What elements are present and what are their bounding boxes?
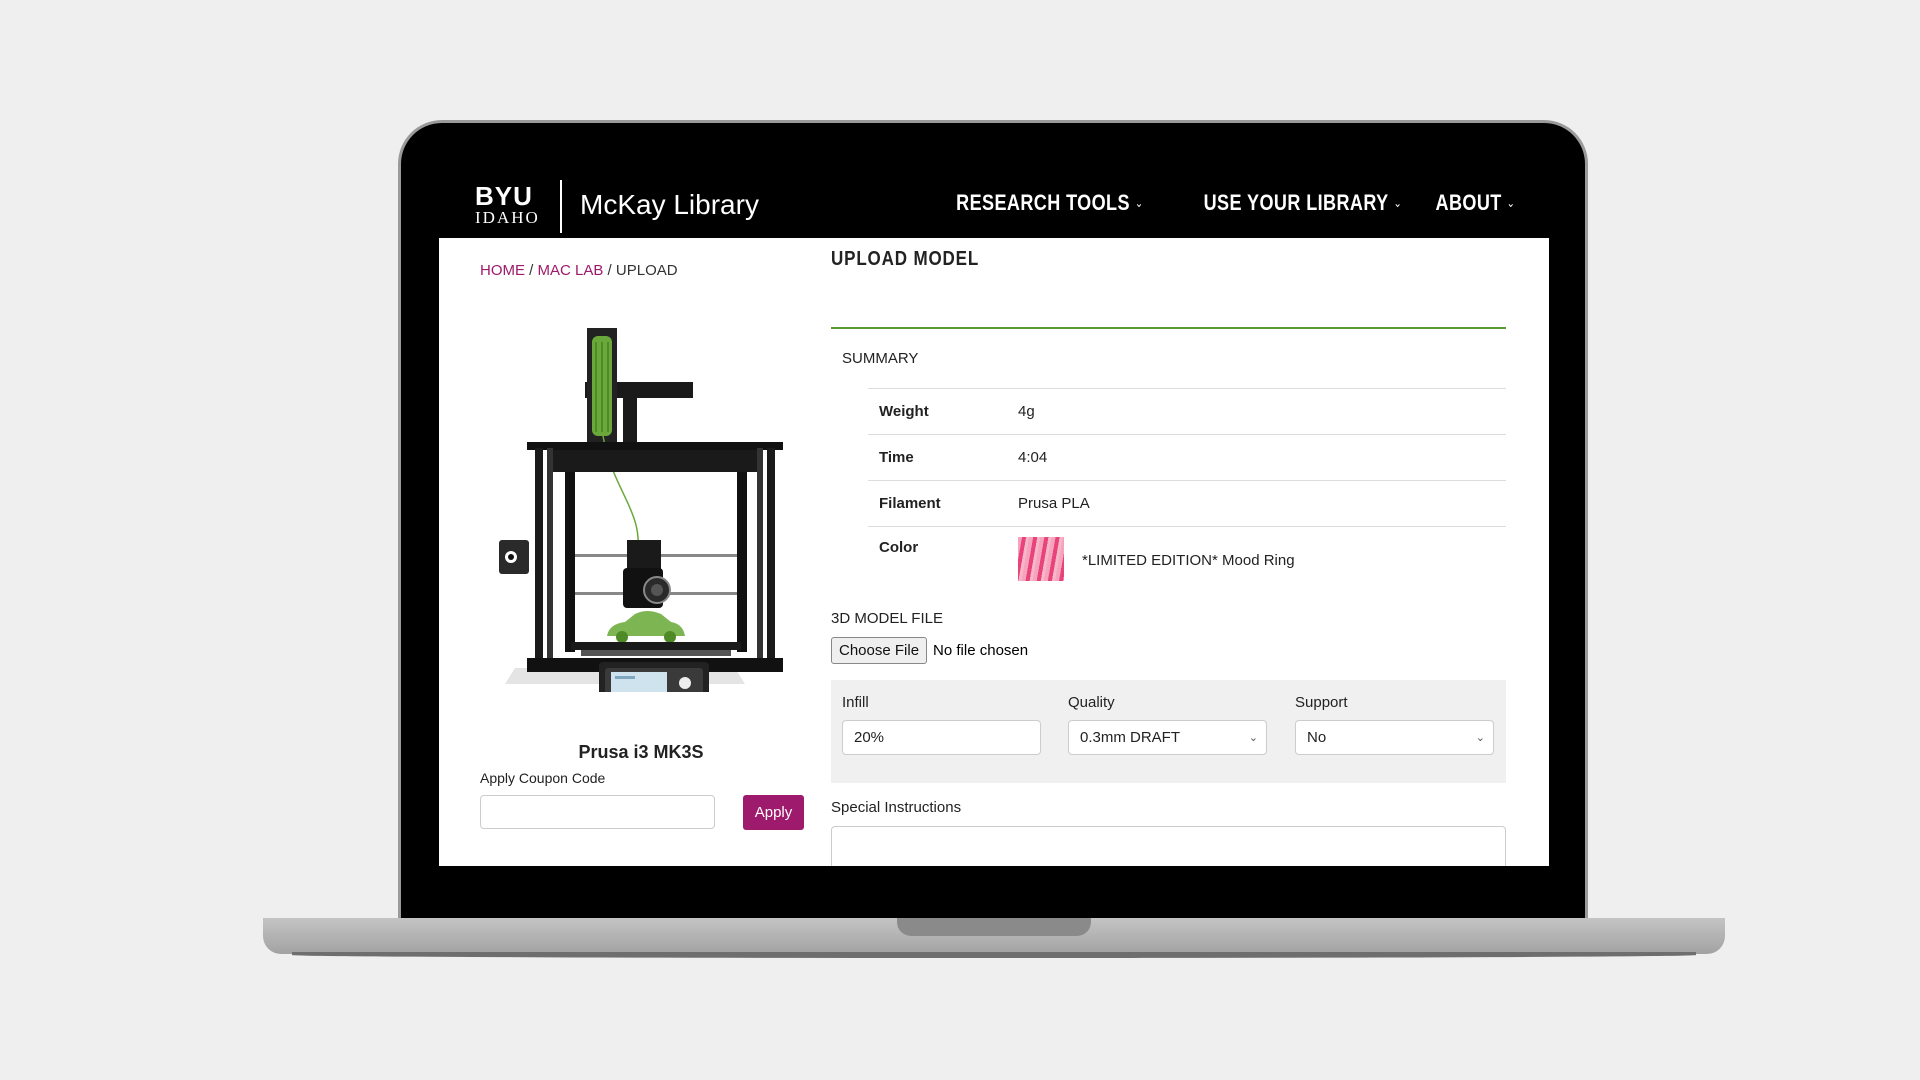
- summary-value: Prusa PLA: [1018, 495, 1090, 512]
- breadcrumb-current: UPLOAD: [615, 262, 678, 279]
- choose-file-button[interactable]: Choose File: [831, 637, 928, 664]
- nav-research-tools[interactable]: RESEARCH TOOLS ⌄: [956, 190, 1143, 216]
- summary-row-time: Time 4:04: [868, 434, 1506, 480]
- summary-key: Color: [879, 539, 919, 556]
- extruder-head: [627, 540, 661, 570]
- chevron-down-icon: ⌄: [1393, 196, 1402, 210]
- spool-post: [623, 396, 637, 446]
- frame-left-inner: [547, 448, 553, 666]
- printer-name: Prusa i3 MK3S: [578, 742, 704, 762]
- frame-right-outer: [767, 448, 775, 666]
- file-input: Choose File No file chosen: [831, 637, 1028, 664]
- support-select[interactable]: No ⌄: [1295, 720, 1494, 755]
- frame-right-inner: [757, 448, 763, 666]
- coupon-label: Apply Coupon Code: [480, 770, 606, 786]
- infill-input[interactable]: 20%: [842, 720, 1041, 755]
- color-name: *LIMITED EDITION* Mood Ring: [1082, 551, 1295, 569]
- support-value: No: [1307, 729, 1327, 746]
- printer-illustration: [499, 328, 783, 692]
- frame-top: [527, 442, 783, 450]
- summary-table: Weight 4g Time 4:04 Filament Prusa PLA C…: [868, 388, 1506, 594]
- summary-heading: SUMMARY: [842, 350, 919, 367]
- summary-row-color: Color *LIMITED EDITION* Mood Ring: [868, 526, 1506, 594]
- print-options-panel: Infill 20% Quality 0.3mm DRAFT ⌄ Support…: [831, 680, 1506, 783]
- quality-label: Quality: [1068, 694, 1115, 711]
- infill-option: Infill 20%: [842, 694, 1041, 755]
- breadcrumb-separator: /: [607, 262, 612, 279]
- nav-use-your-library-label: USE YOUR LIBRARY: [1203, 190, 1389, 215]
- summary-row-filament: Filament Prusa PLA: [868, 480, 1506, 526]
- upload-title: UPLOAD MODEL: [831, 248, 980, 270]
- special-instructions-label: Special Instructions: [831, 799, 962, 816]
- summary-key: Weight: [879, 403, 929, 420]
- logo-divider: [560, 180, 562, 233]
- color-value: *LIMITED EDITION* Mood Ring: [1018, 537, 1295, 581]
- quality-select[interactable]: 0.3mm DRAFT ⌄: [1068, 720, 1267, 755]
- site-header: BYU IDAHO McKay Library RESEARCH TOOLS ⌄…: [439, 172, 1549, 238]
- summary-row-weight: Weight 4g: [868, 388, 1506, 434]
- laptop-base-shadow: [292, 952, 1696, 958]
- chevron-down-icon: ⌄: [1475, 732, 1485, 744]
- summary-key: Filament: [879, 495, 941, 512]
- frame-upper-bar: [553, 450, 757, 472]
- infill-label: Infill: [842, 694, 869, 711]
- infill-value: 20%: [854, 729, 885, 746]
- model-file-label: 3D MODEL FILE: [831, 610, 943, 627]
- nav-use-your-library[interactable]: USE YOUR LIBRARY ⌄: [1203, 190, 1402, 216]
- laptop-notch: [897, 918, 1091, 936]
- nav-research-tools-label: RESEARCH TOOLS: [956, 190, 1130, 215]
- summary-key: Time: [879, 449, 914, 466]
- breadcrumb: HOME / MAC LAB / UPLOAD: [480, 262, 678, 279]
- summary-value: 4g: [1018, 403, 1035, 420]
- logo-idaho[interactable]: IDAHO: [475, 209, 540, 227]
- chevron-down-icon: ⌄: [1248, 732, 1258, 744]
- lcd-screen: [611, 672, 667, 692]
- breadcrumb-home[interactable]: HOME: [480, 262, 525, 279]
- logo-byu[interactable]: BYU: [475, 183, 533, 209]
- browser-screen: BYU IDAHO McKay Library RESEARCH TOOLS ⌄…: [439, 172, 1549, 866]
- breadcrumb-mac-lab[interactable]: MAC LAB: [538, 262, 604, 279]
- coupon-input[interactable]: [480, 795, 715, 829]
- chevron-down-icon: ⌄: [1134, 196, 1144, 210]
- special-instructions-textarea[interactable]: [831, 826, 1506, 866]
- site-title[interactable]: McKay Library: [580, 188, 759, 222]
- nav-about[interactable]: ABOUT ⌄: [1435, 190, 1515, 216]
- print-bed: [571, 642, 741, 650]
- main-nav: RESEARCH TOOLS ⌄ USE YOUR LIBRARY ⌄ ABOU…: [915, 190, 1515, 216]
- summary-value: 4:04: [1018, 449, 1048, 466]
- quality-value: 0.3mm DRAFT: [1080, 729, 1181, 746]
- upload-title-rule: [831, 327, 1506, 329]
- color-swatch: [1018, 537, 1064, 581]
- frame-left-outer: [535, 448, 543, 666]
- chevron-down-icon: ⌄: [1506, 196, 1515, 210]
- nav-about-label: ABOUT: [1435, 190, 1502, 215]
- quality-option: Quality 0.3mm DRAFT ⌄: [1068, 694, 1267, 755]
- breadcrumb-separator: /: [529, 262, 534, 279]
- no-file-text: No file chosen: [933, 642, 1029, 659]
- apply-coupon-button[interactable]: Apply: [743, 795, 804, 830]
- lcd-knob: [679, 677, 691, 689]
- support-label: Support: [1295, 694, 1348, 711]
- support-option: Support No ⌄: [1295, 694, 1494, 755]
